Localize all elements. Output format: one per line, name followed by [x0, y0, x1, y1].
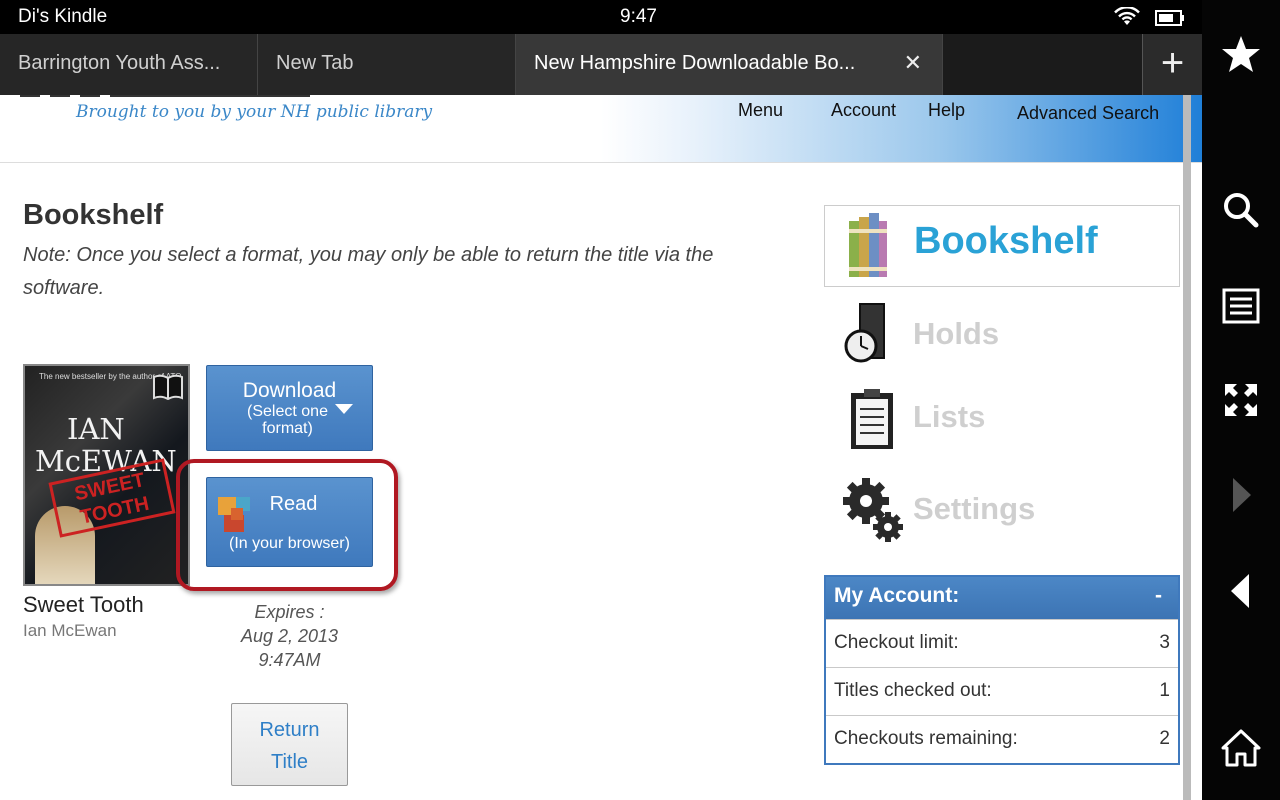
read-sublabel: (In your browser): [229, 535, 350, 552]
bookshelf-icon: [847, 211, 889, 286]
expires-time: 9:47AM: [258, 650, 321, 670]
page-title: Bookshelf: [23, 199, 164, 231]
stopwatch-icon: [844, 302, 888, 369]
close-tab-icon[interactable]: ✕: [904, 50, 922, 76]
nav-settings[interactable]: Settings: [824, 475, 1180, 545]
scrollbar[interactable]: [1183, 95, 1191, 800]
download-button[interactable]: Download (Select one format): [206, 365, 373, 451]
new-tab-button[interactable]: +: [1142, 34, 1202, 95]
chevron-down-icon: [335, 404, 353, 414]
row-value: 3: [1159, 632, 1170, 653]
forward-icon[interactable]: [1202, 476, 1280, 519]
web-content: Brought to you by your NH public library…: [0, 95, 1202, 800]
expires-label: Expires :: [254, 602, 325, 622]
row-value: 1: [1159, 680, 1170, 701]
star-icon[interactable]: [1202, 34, 1280, 79]
book-icon: [152, 374, 184, 405]
device-name: Di's Kindle: [18, 6, 108, 27]
my-account-header[interactable]: My Account: -: [826, 577, 1178, 619]
tab-label: New Hampshire Downloadable Bo...: [534, 52, 856, 74]
row-label: Checkouts remaining:: [834, 728, 1018, 749]
tab-strip: Barrington Youth Ass... New Tab New Hamp…: [0, 34, 1202, 95]
home-icon[interactable]: [1202, 728, 1280, 773]
return-label-line2: Title: [270, 751, 309, 773]
nav-bookshelf[interactable]: Bookshelf: [824, 205, 1180, 287]
menu-icon[interactable]: [1202, 288, 1280, 329]
nav-settings-label: Settings: [913, 491, 1036, 526]
return-title-button[interactable]: Return Title: [231, 703, 348, 786]
menu-link[interactable]: Menu: [738, 100, 783, 121]
book-author[interactable]: Ian McEwan: [23, 621, 117, 641]
tab-barrington[interactable]: Barrington Youth Ass...: [0, 34, 258, 95]
search-icon[interactable]: [1202, 190, 1280, 235]
gear-icon: [842, 475, 908, 550]
site-logo[interactable]: [20, 95, 310, 97]
tab-label: New Tab: [276, 52, 354, 74]
row-label: Titles checked out:: [834, 680, 992, 701]
book-title[interactable]: Sweet Tooth: [23, 592, 144, 618]
read-in-browser-button[interactable]: Read (In your browser): [206, 477, 373, 567]
nav-lists[interactable]: Lists: [824, 385, 1180, 455]
logo-tagline: Brought to you by your NH public library: [76, 102, 433, 122]
clipboard-icon: [848, 387, 896, 458]
wifi-icon: [1114, 6, 1140, 32]
book-cover[interactable]: The new bestseller by the author of ATO …: [23, 364, 190, 586]
format-note: Note: Once you select a format, you may …: [23, 244, 714, 299]
row-label: Checkout limit:: [834, 632, 959, 653]
account-row-checkout-limit: Checkout limit: 3: [826, 619, 1178, 667]
right-rail: [1202, 0, 1280, 800]
tab-nh-downloadable-books[interactable]: New Hampshire Downloadable Bo... ✕: [516, 34, 943, 95]
nav-lists-label: Lists: [913, 399, 986, 434]
back-icon[interactable]: [1202, 572, 1280, 615]
nav-holds[interactable]: Holds: [824, 300, 1180, 370]
collapse-toggle[interactable]: -: [1155, 584, 1162, 608]
clock: 9:47: [620, 6, 657, 27]
download-label: Download: [242, 379, 337, 402]
my-account-heading: My Account:: [834, 584, 960, 607]
expires-date: Aug 2, 2013: [240, 626, 339, 646]
cover-author-first: IAN: [67, 412, 125, 446]
fullscreen-icon[interactable]: [1202, 382, 1280, 423]
account-link[interactable]: Account: [831, 100, 896, 121]
nav-bookshelf-label: Bookshelf: [914, 220, 1098, 262]
advanced-search-link[interactable]: Advanced Search: [1017, 103, 1159, 124]
expiry-info: Expires : Aug 2, 2013 9:47AM: [206, 600, 373, 672]
help-link[interactable]: Help: [928, 100, 965, 121]
read-label: Read: [269, 493, 318, 515]
status-bar: Di's Kindle 9:47: [0, 0, 1202, 34]
nav-holds-label: Holds: [913, 316, 1000, 351]
account-row-checkouts-remaining: Checkouts remaining: 2: [826, 715, 1178, 763]
battery-icon: [1155, 10, 1185, 31]
site-header: Brought to you by your NH public library…: [0, 95, 1202, 163]
return-label-line1: Return: [259, 719, 320, 741]
my-account-panel: My Account: - Checkout limit: 3 Titles c…: [824, 575, 1180, 765]
row-value: 2: [1159, 728, 1170, 749]
tab-new-tab[interactable]: New Tab: [258, 34, 516, 95]
account-row-titles-checked-out: Titles checked out: 1: [826, 667, 1178, 715]
tab-label: Barrington Youth Ass...: [18, 52, 221, 74]
